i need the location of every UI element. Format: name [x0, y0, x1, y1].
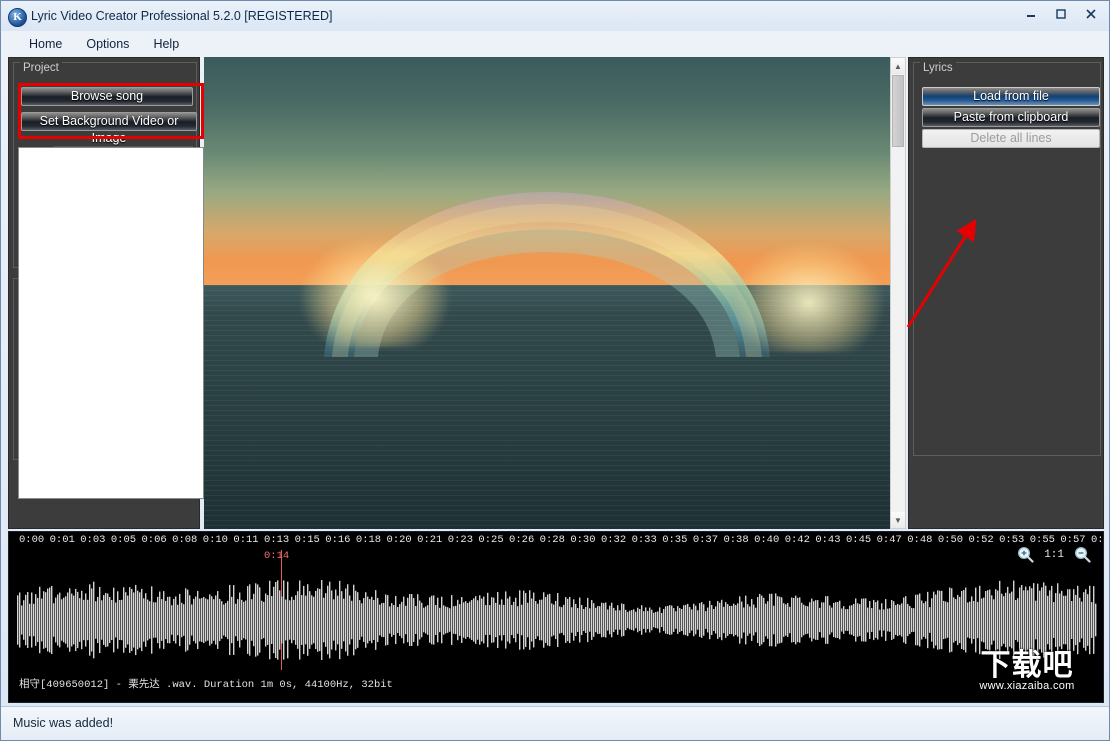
- ruler-tick: 0:25: [478, 534, 504, 546]
- ruler-tick: 0:32: [600, 534, 627, 546]
- delete-all-lines-button: Delete all lines: [922, 129, 1100, 148]
- browse-song-button[interactable]: Browse song: [21, 87, 193, 106]
- ruler-tick: 0:08: [172, 534, 198, 546]
- work-area: Project Browse song Set Background Video…: [8, 57, 1104, 529]
- ruler-tick: 0:16: [325, 534, 351, 546]
- maximize-icon[interactable]: [1047, 4, 1075, 24]
- rainbow-glow-right: [734, 242, 884, 352]
- ruler-tick: 0:52: [968, 534, 994, 546]
- title-bar: K Lyric Video Creator Professional 5.2.0…: [1, 1, 1109, 31]
- watermark-url: www.xiazaiba.com: [979, 680, 1075, 692]
- ruler-tick: 0:57: [1060, 534, 1086, 546]
- lyrics-panel: Lyrics: [908, 57, 1104, 529]
- close-icon[interactable]: [1077, 4, 1105, 24]
- ruler-tick: 0:18: [355, 534, 382, 546]
- application-window: K Lyric Video Creator Professional 5.2.0…: [0, 0, 1110, 741]
- ruler-tick: 0:05: [110, 534, 137, 546]
- video-preview[interactable]: [204, 57, 890, 529]
- window-title: Lyric Video Creator Professional 5.2.0 […: [31, 9, 333, 23]
- scrollbar-thumb[interactable]: [892, 75, 904, 147]
- timeline-ruler[interactable]: 0:00 0:01 0:03 0:05 0:06 0:08 0:10 0:11 0:13 0:15…: [9, 532, 1103, 550]
- ruler-tick: 0:47: [876, 534, 902, 546]
- paste-from-clipboard-button[interactable]: Paste from clipboard: [922, 108, 1100, 127]
- menu-bar: Home Options Help: [1, 31, 1109, 56]
- ruler-tick: 0:06: [141, 534, 167, 546]
- ruler-tick: 0:50: [937, 534, 964, 546]
- app-logo-icon: K: [8, 8, 27, 27]
- ruler-tick: 0:10: [202, 534, 228, 546]
- zoom-out-icon[interactable]: [1074, 546, 1091, 563]
- watermark-logo: 下载吧: [980, 648, 1074, 683]
- playhead-time-label: 0:14: [264, 550, 290, 562]
- ruler-tick: 0:01: [49, 534, 75, 546]
- ruler-tick: 0:23: [447, 534, 474, 546]
- ruler-tick: 0:43: [815, 534, 841, 546]
- ruler-tick: 0:03: [80, 534, 106, 546]
- set-background-button[interactable]: Set Background Video or Image: [21, 112, 197, 145]
- scroll-down-icon[interactable]: ▼: [891, 512, 905, 528]
- ruler-tick: 0:45: [845, 534, 872, 546]
- ruler-tick: 0:13: [264, 534, 290, 546]
- ruler-tick: 0:11: [233, 534, 259, 546]
- ruler-tick: 0:58: [1091, 534, 1104, 546]
- zoom-controls: 1:1: [1017, 546, 1091, 563]
- status-message: Music was added!: [13, 716, 114, 730]
- status-bar: Music was added!: [1, 706, 1109, 740]
- ruler-tick: 0:28: [539, 534, 565, 546]
- lyrics-group-title: Lyrics: [920, 62, 956, 74]
- load-from-file-button[interactable]: Load from file: [922, 87, 1100, 106]
- ruler-tick: 0:00: [19, 534, 45, 546]
- zoom-ratio-label: 1:1: [1044, 548, 1064, 561]
- ruler-tick: 0:15: [294, 534, 320, 546]
- ruler-tick: 0:53: [999, 534, 1025, 546]
- ruler-tick: 0:33: [631, 534, 657, 546]
- ruler-tick: 0:20: [386, 534, 412, 546]
- menu-item-home[interactable]: Home: [17, 34, 74, 54]
- audio-waveform[interactable]: [17, 564, 1097, 676]
- ruler-tick: 0:21: [417, 534, 443, 546]
- lyrics-list[interactable]: [18, 147, 204, 499]
- ruler-tick: 0:35: [662, 534, 688, 546]
- scroll-up-icon[interactable]: ▲: [891, 58, 905, 74]
- ruler-tick: 0:38: [723, 534, 749, 546]
- ruler-tick: 0:37: [692, 534, 719, 546]
- ruler-tick: 0:48: [907, 534, 933, 546]
- ruler-tick: 0:30: [570, 534, 596, 546]
- ruler-tick: 0:42: [784, 534, 810, 546]
- watermark: 下载吧 www.xiazaiba.com: [955, 650, 1099, 700]
- audio-file-info: 相守[409650012] - 栗先达 .wav. Duration 1m 0s…: [19, 679, 393, 691]
- menu-item-options[interactable]: Options: [74, 34, 141, 54]
- zoom-in-icon[interactable]: [1017, 546, 1034, 563]
- rainbow-glow-left: [300, 237, 450, 347]
- video-scrollbar[interactable]: ▲ ▼: [890, 57, 906, 529]
- minimize-icon[interactable]: [1017, 4, 1045, 24]
- menu-item-help[interactable]: Help: [141, 34, 191, 54]
- ruler-tick: 0:40: [754, 534, 780, 546]
- project-group-title: Project: [20, 62, 62, 74]
- ruler-tick: 0:26: [509, 534, 535, 546]
- window-controls: [1017, 4, 1105, 24]
- ruler-tick: 0:55: [1029, 534, 1055, 546]
